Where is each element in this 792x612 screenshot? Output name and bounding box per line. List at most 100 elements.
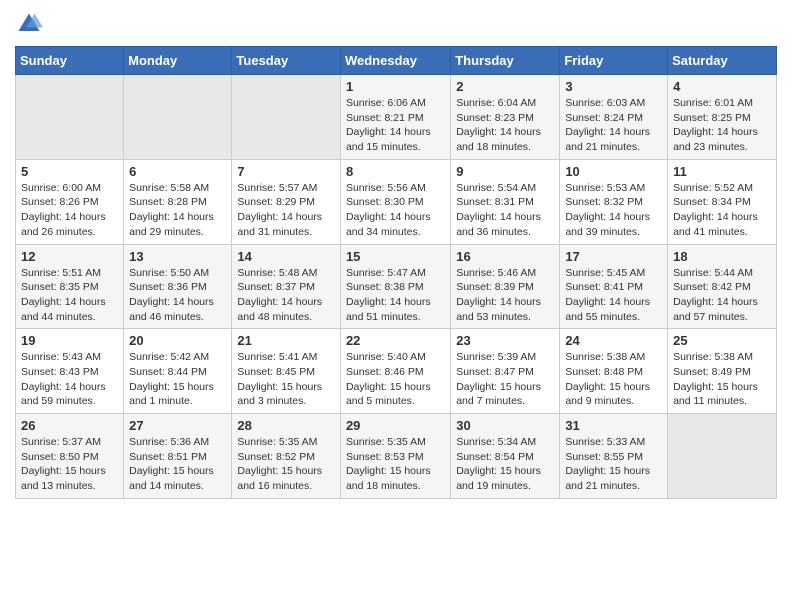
day-of-week-header: Tuesday xyxy=(232,47,341,75)
calendar-cell: 1 Sunrise: 6:06 AM Sunset: 8:21 PM Daylig… xyxy=(340,75,450,160)
calendar-cell: 27 Sunrise: 5:36 AM Sunset: 8:51 PM Dayli… xyxy=(124,414,232,499)
day-info: Sunrise: 5:43 AM Sunset: 8:43 PM Dayligh… xyxy=(21,350,118,409)
day-of-week-header: Friday xyxy=(560,47,668,75)
calendar-cell: 25 Sunrise: 5:38 AM Sunset: 8:49 PM Dayli… xyxy=(668,329,777,414)
calendar-cell: 4 Sunrise: 6:01 AM Sunset: 8:25 PM Daylig… xyxy=(668,75,777,160)
day-number: 12 xyxy=(21,249,118,264)
day-number: 25 xyxy=(673,333,771,348)
logo xyxy=(15,10,47,38)
calendar-cell xyxy=(124,75,232,160)
day-number: 17 xyxy=(565,249,662,264)
day-number: 7 xyxy=(237,164,335,179)
day-number: 19 xyxy=(21,333,118,348)
day-number: 29 xyxy=(346,418,445,433)
day-number: 1 xyxy=(346,79,445,94)
calendar-cell: 31 Sunrise: 5:33 AM Sunset: 8:55 PM Dayli… xyxy=(560,414,668,499)
calendar-cell: 26Sunrise: 5:37 AM Sunset: 8:50 PM Dayli… xyxy=(16,414,124,499)
day-info: Sunrise: 5:34 AM Sunset: 8:54 PM Dayligh… xyxy=(456,435,554,494)
calendar-cell: 10 Sunrise: 5:53 AM Sunset: 8:32 PM Dayli… xyxy=(560,159,668,244)
calendar-week-row: 1 Sunrise: 6:06 AM Sunset: 8:21 PM Daylig… xyxy=(16,75,777,160)
day-number: 6 xyxy=(129,164,226,179)
day-info: Sunrise: 5:56 AM Sunset: 8:30 PM Dayligh… xyxy=(346,181,445,240)
calendar-cell: 15 Sunrise: 5:47 AM Sunset: 8:38 PM Dayli… xyxy=(340,244,450,329)
day-info: Sunrise: 5:35 AM Sunset: 8:53 PM Dayligh… xyxy=(346,435,445,494)
calendar-cell: 23Sunrise: 5:39 AM Sunset: 8:47 PM Dayli… xyxy=(451,329,560,414)
day-info: Sunrise: 5:51 AM Sunset: 8:35 PM Dayligh… xyxy=(21,266,118,325)
logo-icon xyxy=(15,10,43,38)
calendar-cell: 17Sunrise: 5:45 AM Sunset: 8:41 PM Dayli… xyxy=(560,244,668,329)
day-info: Sunrise: 5:33 AM Sunset: 8:55 PM Dayligh… xyxy=(565,435,662,494)
calendar-cell: 12 Sunrise: 5:51 AM Sunset: 8:35 PM Dayli… xyxy=(16,244,124,329)
calendar-cell: 11 Sunrise: 5:52 AM Sunset: 8:34 PM Dayli… xyxy=(668,159,777,244)
day-info: Sunrise: 5:36 AM Sunset: 8:51 PM Dayligh… xyxy=(129,435,226,494)
day-info: Sunrise: 5:54 AM Sunset: 8:31 PM Dayligh… xyxy=(456,181,554,240)
calendar-week-row: 12 Sunrise: 5:51 AM Sunset: 8:35 PM Dayli… xyxy=(16,244,777,329)
day-of-week-header: Monday xyxy=(124,47,232,75)
calendar-cell: 3 Sunrise: 6:03 AM Sunset: 8:24 PM Daylig… xyxy=(560,75,668,160)
day-info: Sunrise: 5:44 AM Sunset: 8:42 PM Dayligh… xyxy=(673,266,771,325)
day-of-week-header: Thursday xyxy=(451,47,560,75)
day-number: 4 xyxy=(673,79,771,94)
page-header xyxy=(15,10,777,38)
day-info: Sunrise: 6:03 AM Sunset: 8:24 PM Dayligh… xyxy=(565,96,662,155)
calendar-header-row: SundayMondayTuesdayWednesdayThursdayFrid… xyxy=(16,47,777,75)
calendar-cell: 7Sunrise: 5:57 AM Sunset: 8:29 PM Daylig… xyxy=(232,159,341,244)
day-info: Sunrise: 6:04 AM Sunset: 8:23 PM Dayligh… xyxy=(456,96,554,155)
calendar-cell: 24Sunrise: 5:38 AM Sunset: 8:48 PM Dayli… xyxy=(560,329,668,414)
day-info: Sunrise: 5:35 AM Sunset: 8:52 PM Dayligh… xyxy=(237,435,335,494)
day-info: Sunrise: 6:01 AM Sunset: 8:25 PM Dayligh… xyxy=(673,96,771,155)
day-number: 15 xyxy=(346,249,445,264)
day-number: 28 xyxy=(237,418,335,433)
day-info: Sunrise: 5:39 AM Sunset: 8:47 PM Dayligh… xyxy=(456,350,554,409)
day-info: Sunrise: 5:38 AM Sunset: 8:48 PM Dayligh… xyxy=(565,350,662,409)
day-number: 8 xyxy=(346,164,445,179)
calendar-cell xyxy=(668,414,777,499)
calendar-cell: 8 Sunrise: 5:56 AM Sunset: 8:30 PM Daylig… xyxy=(340,159,450,244)
day-number: 14 xyxy=(237,249,335,264)
day-info: Sunrise: 6:06 AM Sunset: 8:21 PM Dayligh… xyxy=(346,96,445,155)
day-number: 22 xyxy=(346,333,445,348)
calendar-cell: 18 Sunrise: 5:44 AM Sunset: 8:42 PM Dayli… xyxy=(668,244,777,329)
day-info: Sunrise: 5:40 AM Sunset: 8:46 PM Dayligh… xyxy=(346,350,445,409)
day-number: 10 xyxy=(565,164,662,179)
day-number: 20 xyxy=(129,333,226,348)
day-info: Sunrise: 5:46 AM Sunset: 8:39 PM Dayligh… xyxy=(456,266,554,325)
day-info: Sunrise: 5:42 AM Sunset: 8:44 PM Dayligh… xyxy=(129,350,226,409)
calendar-cell: 2 Sunrise: 6:04 AM Sunset: 8:23 PM Daylig… xyxy=(451,75,560,160)
day-number: 27 xyxy=(129,418,226,433)
day-number: 18 xyxy=(673,249,771,264)
day-number: 30 xyxy=(456,418,554,433)
day-info: Sunrise: 5:37 AM Sunset: 8:50 PM Dayligh… xyxy=(21,435,118,494)
day-info: Sunrise: 5:50 AM Sunset: 8:36 PM Dayligh… xyxy=(129,266,226,325)
day-number: 13 xyxy=(129,249,226,264)
day-number: 31 xyxy=(565,418,662,433)
day-info: Sunrise: 5:53 AM Sunset: 8:32 PM Dayligh… xyxy=(565,181,662,240)
day-number: 11 xyxy=(673,164,771,179)
calendar-week-row: 19 Sunrise: 5:43 AM Sunset: 8:43 PM Dayli… xyxy=(16,329,777,414)
day-number: 5 xyxy=(21,164,118,179)
calendar-week-row: 26Sunrise: 5:37 AM Sunset: 8:50 PM Dayli… xyxy=(16,414,777,499)
calendar-cell: 9 Sunrise: 5:54 AM Sunset: 8:31 PM Daylig… xyxy=(451,159,560,244)
day-info: Sunrise: 5:38 AM Sunset: 8:49 PM Dayligh… xyxy=(673,350,771,409)
calendar-cell: 13 Sunrise: 5:50 AM Sunset: 8:36 PM Dayli… xyxy=(124,244,232,329)
calendar-cell: 20 Sunrise: 5:42 AM Sunset: 8:44 PM Dayli… xyxy=(124,329,232,414)
calendar-cell: 22 Sunrise: 5:40 AM Sunset: 8:46 PM Dayli… xyxy=(340,329,450,414)
calendar-cell: 19 Sunrise: 5:43 AM Sunset: 8:43 PM Dayli… xyxy=(16,329,124,414)
calendar-cell: 5Sunrise: 6:00 AM Sunset: 8:26 PM Daylig… xyxy=(16,159,124,244)
day-info: Sunrise: 5:58 AM Sunset: 8:28 PM Dayligh… xyxy=(129,181,226,240)
calendar-cell: 21Sunrise: 5:41 AM Sunset: 8:45 PM Dayli… xyxy=(232,329,341,414)
day-info: Sunrise: 5:52 AM Sunset: 8:34 PM Dayligh… xyxy=(673,181,771,240)
day-number: 9 xyxy=(456,164,554,179)
day-info: Sunrise: 5:41 AM Sunset: 8:45 PM Dayligh… xyxy=(237,350,335,409)
calendar-cell: 29 Sunrise: 5:35 AM Sunset: 8:53 PM Dayli… xyxy=(340,414,450,499)
calendar-cell: 16 Sunrise: 5:46 AM Sunset: 8:39 PM Dayli… xyxy=(451,244,560,329)
day-number: 3 xyxy=(565,79,662,94)
day-number: 16 xyxy=(456,249,554,264)
day-info: Sunrise: 5:47 AM Sunset: 8:38 PM Dayligh… xyxy=(346,266,445,325)
day-number: 2 xyxy=(456,79,554,94)
day-of-week-header: Wednesday xyxy=(340,47,450,75)
day-of-week-header: Sunday xyxy=(16,47,124,75)
day-info: Sunrise: 5:48 AM Sunset: 8:37 PM Dayligh… xyxy=(237,266,335,325)
calendar-cell xyxy=(232,75,341,160)
calendar-cell: 6 Sunrise: 5:58 AM Sunset: 8:28 PM Daylig… xyxy=(124,159,232,244)
